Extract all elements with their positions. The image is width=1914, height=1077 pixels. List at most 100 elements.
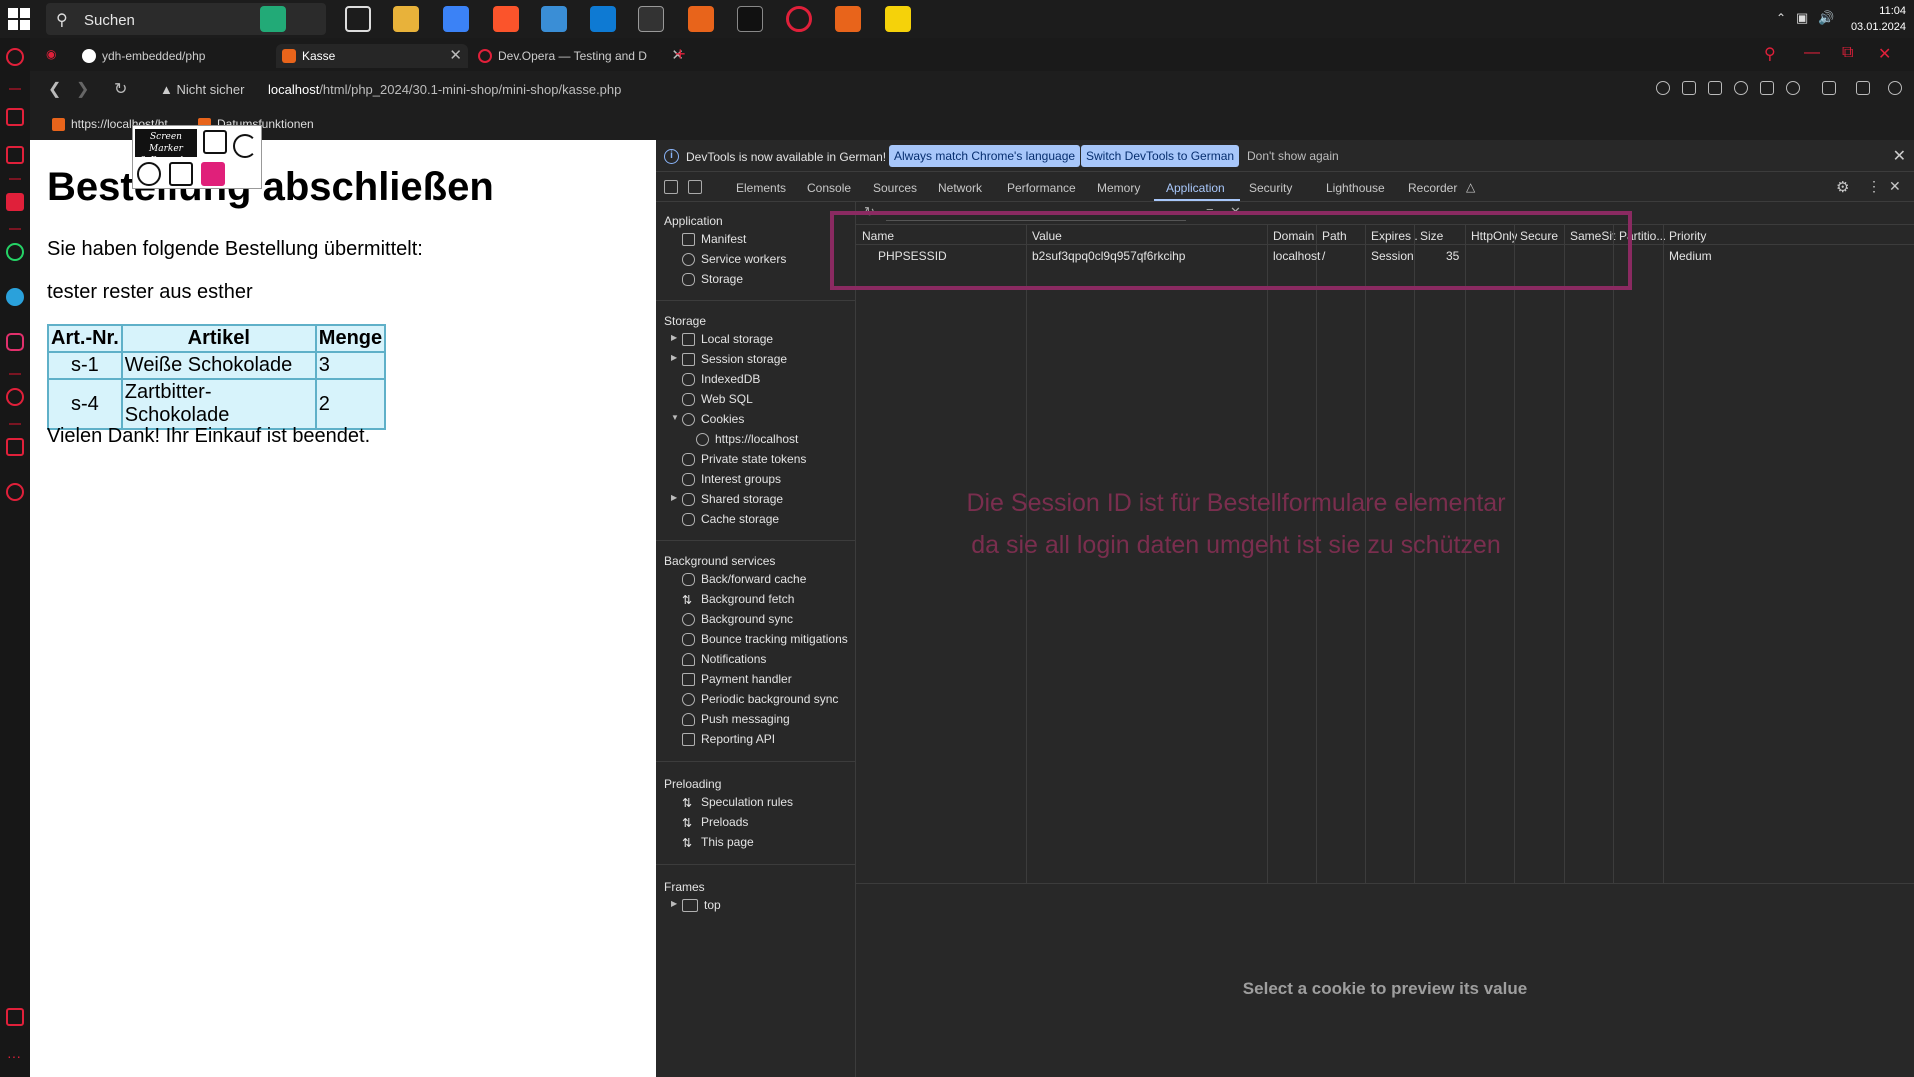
whatsapp-icon[interactable] <box>6 243 24 261</box>
vscode-icon[interactable] <box>590 6 616 32</box>
dismiss-button[interactable]: Don't show again <box>1242 145 1344 167</box>
new-tab-button[interactable]: + <box>675 44 686 65</box>
snapshot-icon[interactable] <box>6 146 24 164</box>
sidebar-item-session-storage[interactable]: ▶ Session storage <box>671 352 787 366</box>
store-icon[interactable] <box>443 6 469 32</box>
settings-gear-icon[interactable] <box>6 483 24 501</box>
close-window-icon[interactable]: ✕ <box>1878 44 1891 64</box>
zoom-icon[interactable] <box>1656 81 1670 95</box>
expand-icon[interactable]: ▶ <box>671 353 677 362</box>
app-icon[interactable] <box>541 6 567 32</box>
sidebar-item-indexeddb[interactable]: IndexedDB <box>682 372 760 386</box>
terminal-icon[interactable] <box>638 6 664 32</box>
extensions-icon[interactable] <box>6 438 24 456</box>
close-icon[interactable]: ✕ <box>1893 146 1906 166</box>
sidebar-item-this-page[interactable]: ⇅ This page <box>682 835 754 850</box>
profile-icon[interactable] <box>1888 81 1902 95</box>
sidebar-item-speculation-rules[interactable]: ⇅ Speculation rules <box>682 795 793 810</box>
easy-setup-icon[interactable] <box>1856 81 1870 95</box>
expand-icon[interactable]: ▶ <box>671 899 677 908</box>
sidebar-item-notifications[interactable]: Notifications <box>682 652 766 666</box>
sidebar-item-interest-groups[interactable]: Interest groups <box>682 472 781 486</box>
restore-icon[interactable]: ⧉ <box>1842 44 1853 62</box>
network-icon[interactable]: ▣ <box>1796 10 1808 26</box>
task-view-icon[interactable] <box>345 6 371 32</box>
tab-performance[interactable]: Performance <box>1007 181 1076 195</box>
tab-application[interactable]: Application <box>1166 181 1225 195</box>
gallery-icon[interactable] <box>6 1008 24 1026</box>
sidebar-item-cookies[interactable]: ▼ Cookies <box>671 412 744 426</box>
sidebar-item-frame-top[interactable]: ▶ top <box>671 898 721 912</box>
sidebar-item-payment-handler[interactable]: Payment handler <box>682 672 792 686</box>
close-icon[interactable]: ✕ <box>449 46 462 64</box>
xampp-icon[interactable] <box>688 6 714 32</box>
opera-menu-icon[interactable] <box>6 48 24 66</box>
sidebar-item-cache-storage[interactable]: Cache storage <box>682 512 779 526</box>
sidebar-item-manifest[interactable]: Manifest <box>682 232 746 246</box>
tab-elements[interactable]: Elements <box>736 181 786 195</box>
sidebar-item-service-workers[interactable]: Service workers <box>682 252 786 266</box>
sidebar-item-local-storage[interactable]: ▶ Local storage <box>671 332 773 346</box>
record-icon[interactable] <box>201 162 225 186</box>
more-icon[interactable]: ··· <box>7 1048 21 1064</box>
download-icon[interactable] <box>1822 81 1836 95</box>
sidebar-item-shared-storage[interactable]: ▶ Shared storage <box>671 492 783 506</box>
sidebar-item-preloads[interactable]: ⇅ Preloads <box>682 815 748 830</box>
tab-security[interactable]: Security <box>1249 181 1292 195</box>
tab-islands-icon[interactable]: ◉ <box>46 47 56 61</box>
send-icon[interactable] <box>1760 81 1774 95</box>
close-devtools-icon[interactable]: ✕ <box>1889 178 1901 195</box>
hide-icon[interactable] <box>137 162 161 186</box>
tab-sources[interactable]: Sources <box>873 181 917 195</box>
text-tool-icon[interactable] <box>203 130 227 154</box>
file-explorer-icon[interactable] <box>393 6 419 32</box>
sidebar-item-background-sync[interactable]: Background sync <box>682 612 793 626</box>
camera-icon[interactable] <box>1708 81 1722 95</box>
sidebar-item-storage[interactable]: Storage <box>682 272 743 286</box>
expand-icon[interactable]: ▶ <box>671 493 677 502</box>
sidebar-item-push-messaging[interactable]: Push messaging <box>682 712 790 726</box>
back-icon[interactable]: ❮ <box>48 79 61 99</box>
xampp-icon[interactable] <box>835 6 861 32</box>
security-indicator[interactable]: ▲ Nicht sicher <box>160 82 244 97</box>
tab-console[interactable]: Console <box>807 181 851 195</box>
chevron-up-icon[interactable]: ⌃ <box>1776 11 1786 25</box>
sidebar-item-web-sql[interactable]: Web SQL <box>682 392 753 406</box>
search-tabs-icon[interactable]: ⚲ <box>1764 44 1776 64</box>
sidebar-item-cookie-origin[interactable]: https://localhost <box>696 432 798 446</box>
tab-lighthouse[interactable]: Lighthouse <box>1326 181 1385 195</box>
player-icon[interactable] <box>6 388 24 406</box>
screen-marker-icon[interactable] <box>737 6 763 32</box>
match-language-button[interactable]: Always match Chrome's language <box>889 145 1081 167</box>
sidebar-item-bfcache[interactable]: Back/forward cache <box>682 572 806 586</box>
tab-network[interactable]: Network <box>938 181 982 195</box>
reload-icon[interactable]: ↻ <box>114 79 127 99</box>
tab-github[interactable]: ydh-embedded/php ✕ <box>78 44 300 68</box>
undo-icon[interactable] <box>233 134 257 158</box>
telegram-icon[interactable] <box>6 288 24 306</box>
url-field[interactable]: localhost/html/php_2024/30.1-mini-shop/m… <box>268 82 621 97</box>
tab-memory[interactable]: Memory <box>1097 181 1140 195</box>
sidebar-item-private-state-tokens[interactable]: Private state tokens <box>682 452 806 466</box>
sticky-notes-icon[interactable] <box>885 6 911 32</box>
aria-icon[interactable] <box>6 193 24 211</box>
tab-recorder[interactable]: Recorder <box>1408 181 1457 195</box>
weather-icon[interactable] <box>260 6 286 32</box>
tab-dev-opera[interactable]: Dev.Opera — Testing and D ✕ <box>474 44 690 68</box>
heart-icon[interactable] <box>1786 81 1800 95</box>
minimize-icon[interactable]: — <box>1804 44 1820 62</box>
collapse-icon[interactable]: ▼ <box>671 413 679 422</box>
gear-icon[interactable]: ⚙ <box>1836 178 1849 196</box>
brave-icon[interactable] <box>493 6 519 32</box>
clock[interactable]: 11:04 03.01.2024 <box>1851 3 1906 35</box>
sidebar-item-background-fetch[interactable]: ⇅ Background fetch <box>682 592 794 607</box>
opera-icon[interactable] <box>786 6 812 32</box>
adblock-icon[interactable] <box>1734 81 1748 95</box>
column-header[interactable]: Priority <box>1669 229 1729 243</box>
workspaces-icon[interactable] <box>6 108 24 126</box>
expand-icon[interactable]: ▶ <box>671 333 677 342</box>
inspect-icon[interactable] <box>664 180 678 194</box>
tab-kasse[interactable]: Kasse ✕ <box>276 44 468 68</box>
sidebar-item-periodic-sync[interactable]: Periodic background sync <box>682 692 838 706</box>
windows-start-icon[interactable] <box>8 8 30 30</box>
